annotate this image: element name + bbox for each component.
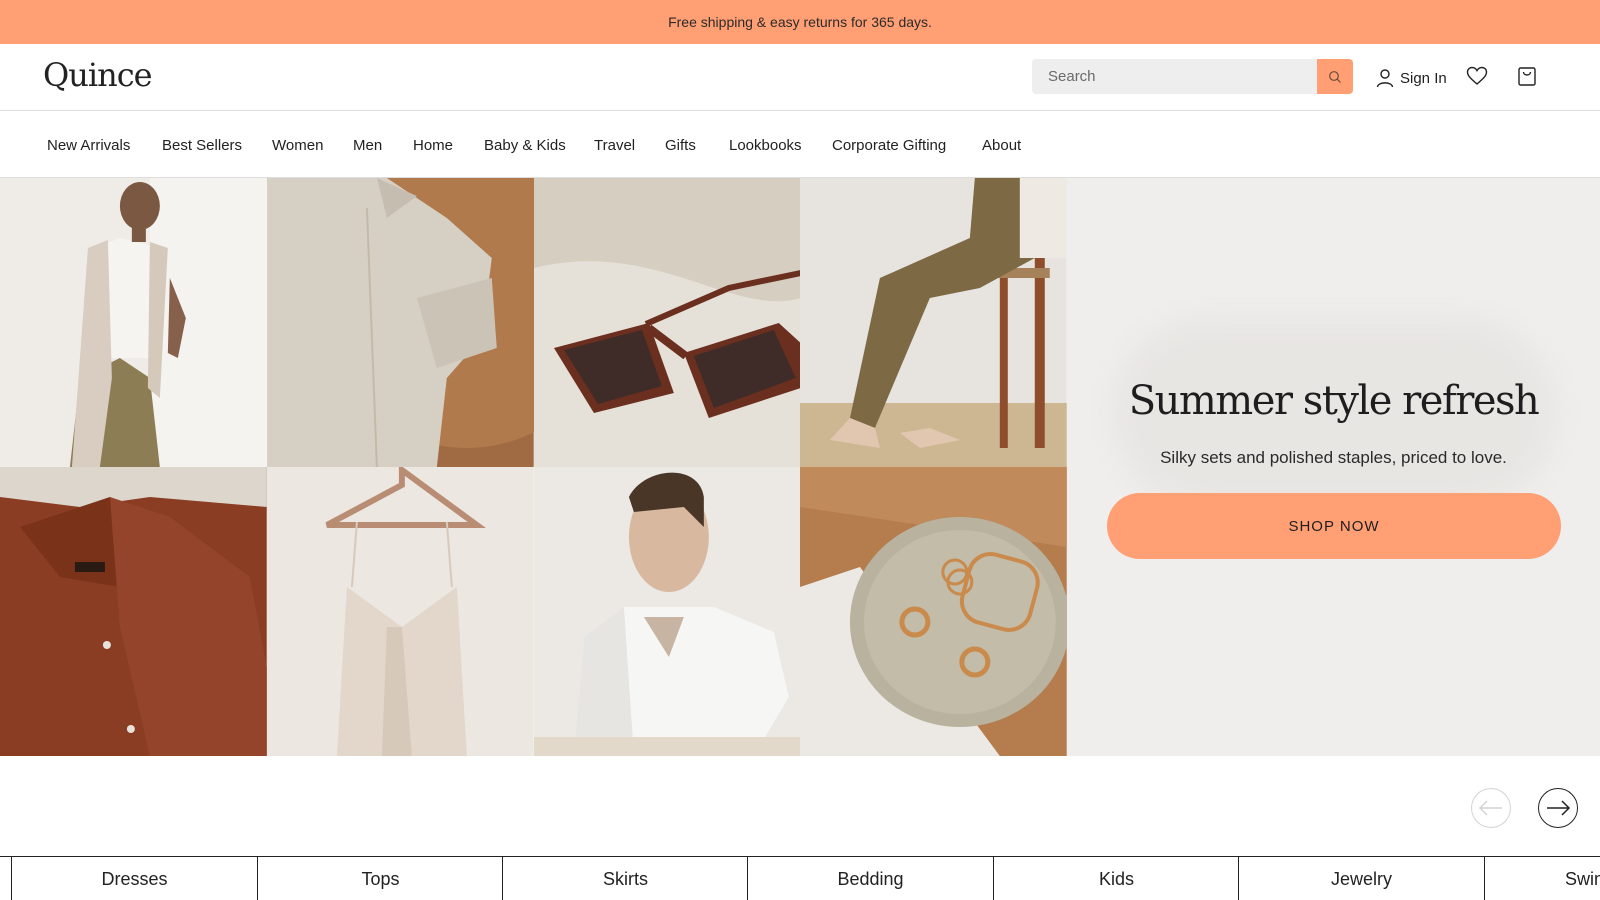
nav-item-gifts[interactable]: Gifts <box>665 137 696 154</box>
photo-sunglasses[interactable] <box>533 178 801 467</box>
promo-banner: Free shipping & easy returns for 365 day… <box>0 0 1600 44</box>
nav-item-corporate-gifting[interactable]: Corporate Gifting <box>832 137 946 154</box>
photo-woman-scarf[interactable] <box>0 178 267 467</box>
shopping-bag-icon <box>1518 67 1536 86</box>
nav-item-lookbooks[interactable]: Lookbooks <box>729 137 802 154</box>
heart-icon <box>1466 66 1488 85</box>
search-icon <box>1329 70 1341 83</box>
category-skirts[interactable]: Skirts <box>502 857 748 900</box>
category-swim[interactable]: Swim <box>1484 857 1600 900</box>
category-jewelry[interactable]: Jewelry <box>1238 857 1484 900</box>
hero-image-grid <box>0 178 1067 756</box>
carousel-prev-button[interactable] <box>1471 788 1511 828</box>
sign-in-label: Sign In <box>1400 69 1447 87</box>
photo-rust-shirt[interactable] <box>0 467 267 756</box>
search-input[interactable] <box>1032 59 1317 94</box>
search-button[interactable] <box>1317 59 1353 94</box>
nav-item-travel[interactable]: Travel <box>594 137 635 154</box>
nav-item-men[interactable]: Men <box>353 137 382 154</box>
carousel-next-button[interactable] <box>1538 788 1578 828</box>
arrow-right-icon <box>1547 800 1571 816</box>
shop-now-button[interactable]: SHOP NOW <box>1107 493 1561 559</box>
photo-slip-dress[interactable] <box>266 467 534 756</box>
nav-item-about[interactable]: About <box>982 137 1021 154</box>
category-bedding[interactable]: Bedding <box>747 857 993 900</box>
quince-logo[interactable]: Quince <box>43 56 153 94</box>
sign-in-link[interactable]: Sign In <box>1376 68 1447 88</box>
hero-title: Summer style refresh <box>1128 378 1540 424</box>
promo-text: Free shipping & easy returns for 365 day… <box>668 14 932 30</box>
site-header: Quince Sign In <box>0 44 1600 111</box>
nav-item-home[interactable]: Home <box>413 137 453 154</box>
nav-item-baby-kids[interactable]: Baby & Kids <box>484 137 566 154</box>
photo-satin-pants[interactable] <box>800 178 1067 467</box>
user-icon <box>1376 69 1394 88</box>
cart-button[interactable] <box>1517 65 1537 92</box>
category-strip: Dresses Tops Skirts Bedding Kids Jewelry… <box>0 856 1600 900</box>
photo-linen-shirt[interactable] <box>266 178 534 467</box>
nav-item-women[interactable]: Women <box>272 137 323 154</box>
category-dresses[interactable]: Dresses <box>11 857 257 900</box>
photo-man-polo[interactable] <box>533 467 801 756</box>
nav-item-new-arrivals[interactable]: New Arrivals <box>47 137 130 154</box>
main-navigation: New Arrivals Best Sellers Women Men Home… <box>0 111 1600 178</box>
wishlist-button[interactable] <box>1466 66 1488 91</box>
photo-jewelry-dish[interactable] <box>800 467 1067 756</box>
nav-item-best-sellers[interactable]: Best Sellers <box>162 137 242 154</box>
hero-promo-panel: Summer style refresh Silky sets and poli… <box>1067 178 1600 756</box>
arrow-left-icon <box>1478 800 1502 816</box>
category-tops[interactable]: Tops <box>257 857 503 900</box>
hero-subtitle: Silky sets and polished staples, priced … <box>1160 448 1507 467</box>
category-kids[interactable]: Kids <box>993 857 1239 900</box>
